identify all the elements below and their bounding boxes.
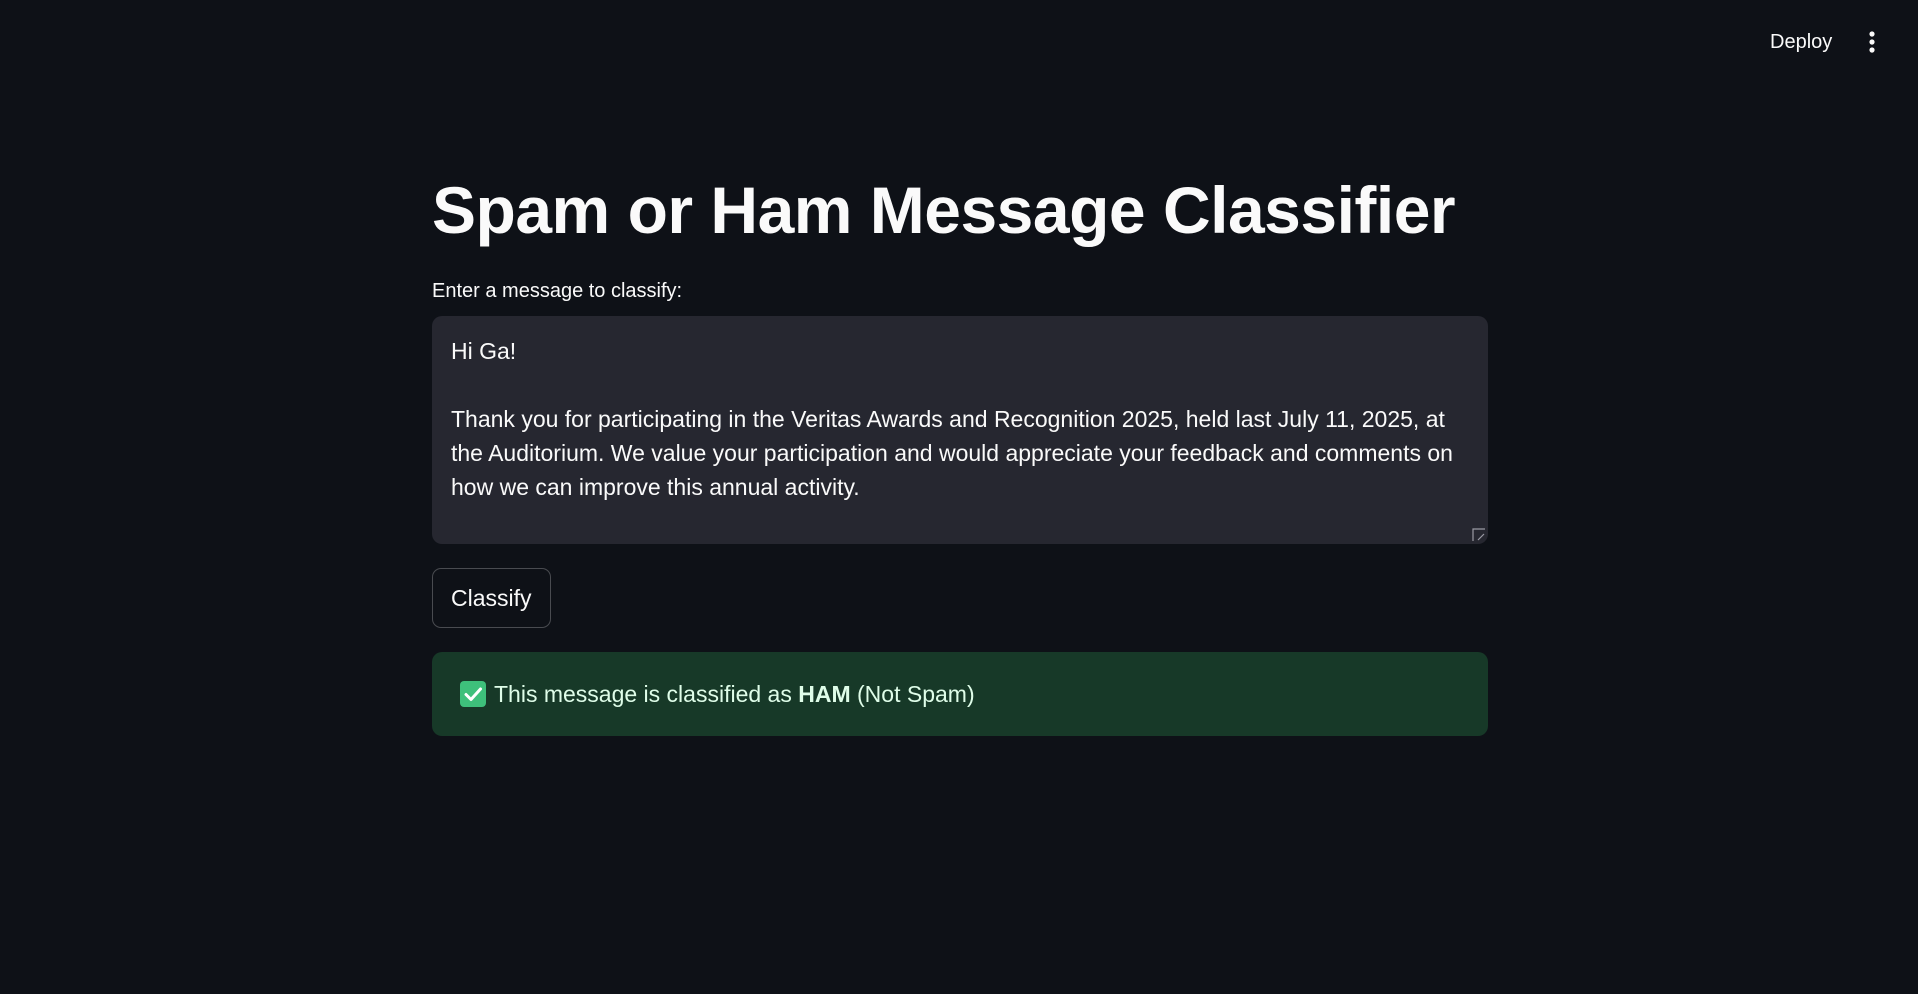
check-mark-button-icon bbox=[460, 681, 486, 707]
deploy-button[interactable]: Deploy bbox=[1760, 26, 1842, 58]
message-textarea[interactable] bbox=[451, 334, 1461, 524]
page-title: Spam or Ham Message Classifier bbox=[432, 173, 1456, 247]
classify-button[interactable]: Classify bbox=[432, 568, 551, 628]
top-toolbar: Deploy bbox=[0, 0, 1918, 80]
main-menu-button[interactable] bbox=[1858, 26, 1886, 58]
result-label: HAM bbox=[798, 681, 851, 707]
result-suffix: (Not Spam) bbox=[850, 681, 975, 707]
result-prefix: This message is classified as bbox=[494, 681, 799, 707]
message-textarea-container bbox=[432, 316, 1488, 544]
classification-result-alert: This message is classified as HAM (Not S… bbox=[432, 652, 1488, 736]
vertical-ellipsis-icon bbox=[1869, 31, 1875, 53]
message-input-label: Enter a message to classify: bbox=[432, 280, 683, 302]
resize-handle-icon[interactable] bbox=[1472, 528, 1486, 542]
classification-result-text: This message is classified as HAM (Not S… bbox=[494, 677, 975, 711]
